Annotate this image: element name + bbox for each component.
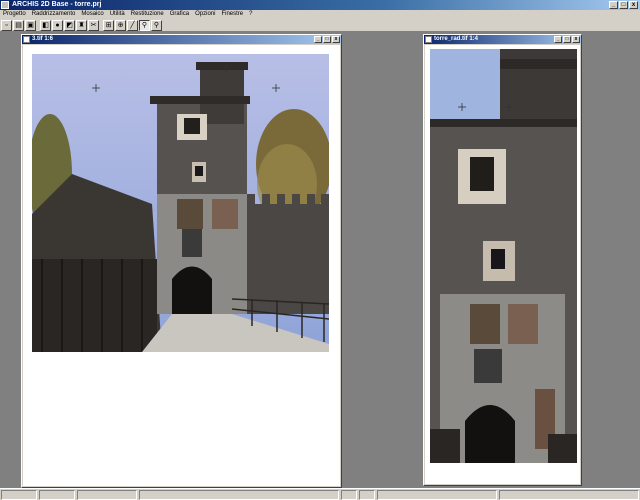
menu-progetto[interactable]: Progetto [3,10,26,19]
menu-finestre[interactable]: Finestre [221,10,243,19]
app-icon [1,1,9,9]
status-cell [1,490,37,500]
maximize-icon[interactable]: □ [323,36,331,43]
zoom-out-icon[interactable]: ⚲ [151,20,162,31]
menu-raddrizzamento[interactable]: Raddrizzamento [32,10,76,19]
tower-icon[interactable]: ♜ [76,20,87,31]
menu-help[interactable]: ? [249,10,252,19]
document-icon [23,36,30,43]
close-icon[interactable]: x [332,36,340,43]
close-icon[interactable]: x [572,36,580,43]
status-cell [77,490,137,500]
measure-icon[interactable]: ⊞ [103,20,114,31]
image-window-1-title: 3.tif 1:6 [32,36,54,42]
image-window-2-title-bar[interactable]: torre_rad.tif 1:4 _ □ x [424,35,581,44]
open-icon[interactable]: ▤ [13,20,24,31]
close-button[interactable]: x [629,1,638,9]
cut-icon[interactable]: ✂ [88,20,99,31]
app-title-bar: ARCHIS 2D Base - torre.prj _ □ x [0,0,640,10]
rectify-icon[interactable]: ◩ [64,20,75,31]
image-window-2-canvas[interactable] [425,45,580,484]
minimize-icon[interactable]: _ [554,36,562,43]
import-image-icon[interactable]: ◧ [40,20,51,31]
point-icon[interactable]: ⊕ [115,20,126,31]
menu-mosaico[interactable]: Mosaico [81,10,103,19]
status-bar [0,488,640,500]
menu-restituzione[interactable]: Restituzione [131,10,164,19]
menu-utilita[interactable]: Utilità [110,10,125,19]
status-cell [39,490,75,500]
minimize-icon[interactable]: _ [314,36,322,43]
document-icon [425,36,432,43]
new-icon[interactable]: ▫ [1,20,12,31]
status-cell [377,490,497,500]
status-cell [139,490,339,500]
toolbar: ▫ ▤ ▣ ◧ ● ◩ ♜ ✂ ⊞ ⊕ ╱ ⚲ ⚲ [0,19,640,32]
zoom-in-icon[interactable]: ⚲ [139,20,150,31]
image-window-1-canvas[interactable] [23,45,340,486]
line-icon[interactable]: ╱ [127,20,138,31]
save-icon[interactable]: ▣ [25,20,36,31]
castle-photo-rectified [430,49,577,463]
status-cell [499,490,639,500]
app-title: ARCHIS 2D Base - torre.prj [12,1,102,8]
menu-grafica[interactable]: Grafica [170,10,189,19]
image-window-2-title: torre_rad.tif 1:4 [434,36,479,42]
minimize-button[interactable]: _ [609,1,618,9]
image-window-1: 3.tif 1:6 _ □ x [21,34,342,488]
menu-bar: Progetto Raddrizzamento Mosaico Utilità … [0,10,640,19]
menu-opzioni[interactable]: Opzioni [195,10,215,19]
castle-photo-original [32,54,329,352]
maximize-icon[interactable]: □ [563,36,571,43]
status-cell [359,490,375,500]
camera-icon[interactable]: ● [52,20,63,31]
status-cell [341,490,357,500]
image-window-1-title-bar[interactable]: 3.tif 1:6 _ □ x [22,35,341,44]
window-controls: _ □ x [609,1,638,9]
image-window-2: torre_rad.tif 1:4 _ □ x [423,34,582,486]
maximize-button[interactable]: □ [619,1,628,9]
